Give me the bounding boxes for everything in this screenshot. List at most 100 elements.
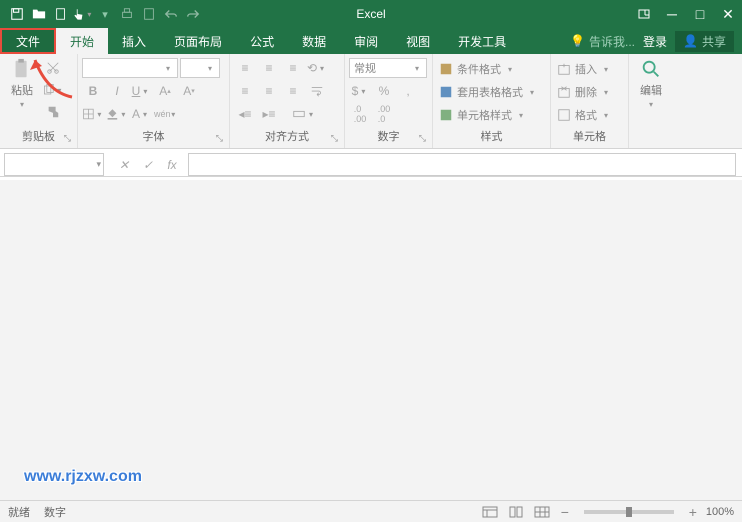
tab-layout[interactable]: 页面布局 (160, 28, 236, 54)
decrease-font-button[interactable]: A▾ (178, 81, 200, 101)
maximize-button[interactable]: □ (686, 0, 714, 28)
insert-function-button[interactable]: fx (160, 155, 184, 175)
quick-access-toolbar: ▾ ▾ (0, 3, 204, 25)
format-table-button[interactable]: 套用表格格式▾ (437, 81, 539, 103)
tab-insert[interactable]: 插入 (108, 28, 160, 54)
cancel-formula-button[interactable]: ✕ (112, 155, 136, 175)
chevron-down-icon: ▾ (96, 159, 101, 170)
group-editing: 编辑 ▾ (629, 54, 681, 148)
copy-button[interactable]: ▾ (42, 80, 64, 100)
group-number: 常规▾ $▾ % , .0.00 .00.0 数字⤡ (345, 54, 433, 148)
font-name-combo[interactable]: ▾ (82, 58, 178, 78)
delete-cells-button[interactable]: 删除▾ (555, 81, 613, 103)
merge-button[interactable]: ▾ (282, 104, 326, 124)
increase-font-button[interactable]: A▴ (154, 81, 176, 101)
group-alignment: ≡ ≡ ≡ ⟲▾ ≡ ≡ ≡ ◂≡ ▸≡ ▾ 对齐方式⤡ (230, 54, 345, 148)
minimize-button[interactable]: ─ (658, 0, 686, 28)
tab-view[interactable]: 视图 (392, 28, 444, 54)
find-select-button[interactable]: 编辑 ▾ (633, 58, 669, 109)
decrease-decimal-button[interactable]: .00.0 (373, 104, 395, 124)
wrap-text-button[interactable] (306, 81, 328, 101)
group-cells: 插入▾ 删除▾ 格式▾ 单元格 (551, 54, 629, 148)
print-preview-button[interactable] (138, 3, 160, 25)
fill-color-button[interactable]: ▾ (106, 104, 128, 124)
align-right-button[interactable]: ≡ (282, 81, 304, 101)
zoom-level[interactable]: 100% (706, 506, 734, 518)
watermark-text: www.rjzxw.com (24, 468, 142, 486)
tell-me-search[interactable]: 💡告诉我... (570, 33, 635, 50)
align-center-button[interactable]: ≡ (258, 81, 280, 101)
qat-customize-button[interactable]: ▾ (94, 3, 116, 25)
normal-view-button[interactable] (480, 504, 500, 520)
borders-button[interactable]: ▾ (82, 104, 104, 124)
redo-button[interactable] (182, 3, 204, 25)
quick-print-button[interactable] (116, 3, 138, 25)
insert-cells-button[interactable]: 插入▾ (555, 58, 613, 80)
align-top-button[interactable]: ≡ (234, 58, 256, 78)
tab-formulas[interactable]: 公式 (236, 28, 288, 54)
name-box[interactable]: ▾ (4, 153, 104, 176)
cell-styles-button[interactable]: 单元格样式▾ (437, 104, 528, 126)
new-button[interactable] (50, 3, 72, 25)
number-launcher[interactable]: ⤡ (419, 133, 426, 144)
tab-data[interactable]: 数据 (288, 28, 340, 54)
bold-button[interactable]: B (82, 81, 104, 101)
enter-formula-button[interactable]: ✓ (136, 155, 160, 175)
page-break-view-button[interactable] (532, 504, 552, 520)
cut-button[interactable] (42, 58, 64, 78)
increase-indent-button[interactable]: ▸≡ (258, 104, 280, 124)
italic-button[interactable]: I (106, 81, 128, 101)
orientation-button[interactable]: ⟲▾ (306, 58, 328, 78)
decrease-indent-button[interactable]: ◂≡ (234, 104, 256, 124)
group-font: ▾ ▾ B I U▾ A▴ A▾ ▾ ▾ A▾ wén▾ 字体⤡ (78, 54, 230, 148)
ribbon-display-button[interactable] (630, 0, 658, 28)
zoom-out-button[interactable]: − (558, 504, 572, 520)
save-button[interactable] (6, 3, 28, 25)
accounting-button[interactable]: $▾ (349, 81, 371, 101)
font-launcher[interactable]: ⤡ (216, 133, 223, 144)
align-bottom-button[interactable]: ≡ (282, 58, 304, 78)
paste-icon (11, 58, 33, 80)
align-left-button[interactable]: ≡ (234, 81, 256, 101)
align-middle-button[interactable]: ≡ (258, 58, 280, 78)
page-layout-view-button[interactable] (506, 504, 526, 520)
tab-home[interactable]: 开始 (56, 28, 108, 54)
comma-button[interactable]: , (397, 81, 419, 101)
zoom-thumb[interactable] (626, 507, 632, 517)
ribbon: 粘贴 ▾ ▾ 剪贴板⤡ ▾ ▾ B I U▾ A▴ A▾ (0, 54, 742, 149)
tab-file[interactable]: 文件 (0, 28, 56, 54)
worksheet-area[interactable] (0, 180, 742, 500)
search-icon (640, 58, 662, 80)
zoom-slider[interactable] (584, 510, 674, 514)
undo-button[interactable] (160, 3, 182, 25)
formula-input[interactable] (188, 153, 736, 176)
format-painter-button[interactable] (42, 102, 64, 122)
zoom-in-button[interactable]: + (686, 504, 700, 520)
status-mode: 数字 (44, 504, 66, 520)
close-button[interactable]: ✕ (714, 0, 742, 28)
paste-button[interactable]: 粘贴 ▾ (4, 58, 40, 109)
window-controls: ─ □ ✕ (630, 0, 742, 28)
share-button[interactable]: 👤共享 (675, 31, 734, 52)
font-size-combo[interactable]: ▾ (180, 58, 220, 78)
bulb-icon: 💡 (570, 34, 585, 48)
conditional-format-button[interactable]: 条件格式▾ (437, 58, 517, 80)
phonetic-button[interactable]: wén▾ (154, 104, 176, 124)
number-format-combo[interactable]: 常规▾ (349, 58, 427, 78)
underline-button[interactable]: U▾ (130, 81, 152, 101)
clipboard-launcher[interactable]: ⤡ (64, 133, 71, 144)
align-launcher[interactable]: ⤡ (331, 133, 338, 144)
tab-review[interactable]: 审阅 (340, 28, 392, 54)
font-color-button[interactable]: A▾ (130, 104, 152, 124)
group-styles: 条件格式▾ 套用表格格式▾ 单元格样式▾ 样式 (433, 54, 551, 148)
open-button[interactable] (28, 3, 50, 25)
group-clipboard: 粘贴 ▾ ▾ 剪贴板⤡ (0, 54, 78, 148)
format-cells-button[interactable]: 格式▾ (555, 104, 613, 126)
tab-developer[interactable]: 开发工具 (444, 28, 520, 54)
status-ready: 就绪 (8, 504, 30, 520)
increase-decimal-button[interactable]: .0.00 (349, 104, 371, 124)
login-button[interactable]: 登录 (643, 33, 667, 50)
touch-mode-button[interactable]: ▾ (72, 3, 94, 25)
app-title: Excel (356, 7, 385, 21)
percent-button[interactable]: % (373, 81, 395, 101)
